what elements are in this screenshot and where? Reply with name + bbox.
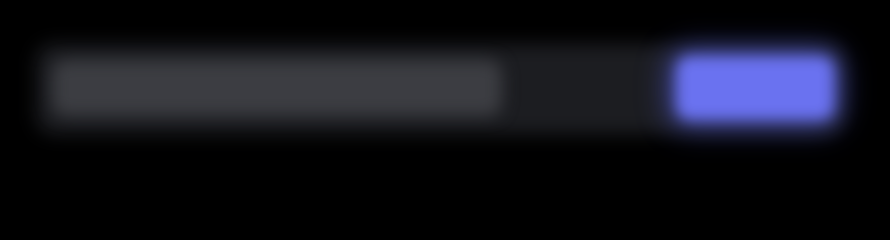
- submit-button[interactable]: [676, 56, 834, 120]
- blurred-input-bar: [0, 0, 890, 200]
- search-input[interactable]: [52, 60, 502, 116]
